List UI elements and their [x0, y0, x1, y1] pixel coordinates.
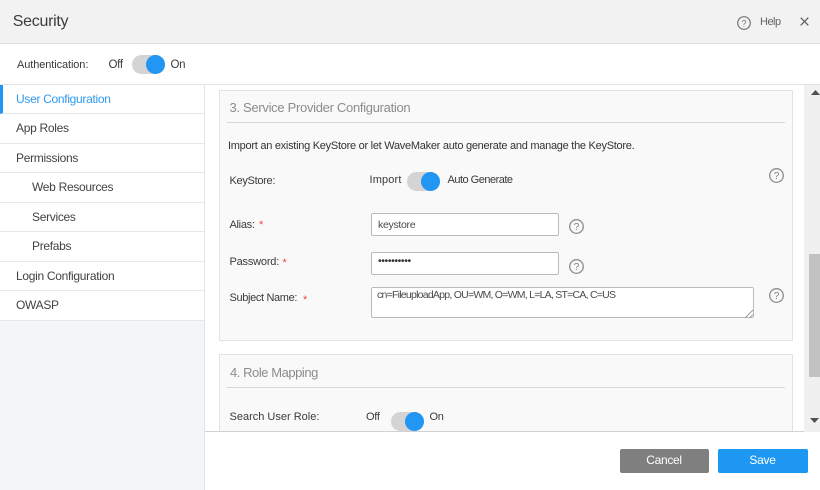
svg-text:?: ? [574, 262, 580, 273]
svg-text:?: ? [774, 171, 780, 182]
svg-text:?: ? [741, 18, 746, 28]
svg-text:?: ? [574, 222, 580, 233]
svg-text:?: ? [774, 291, 780, 302]
